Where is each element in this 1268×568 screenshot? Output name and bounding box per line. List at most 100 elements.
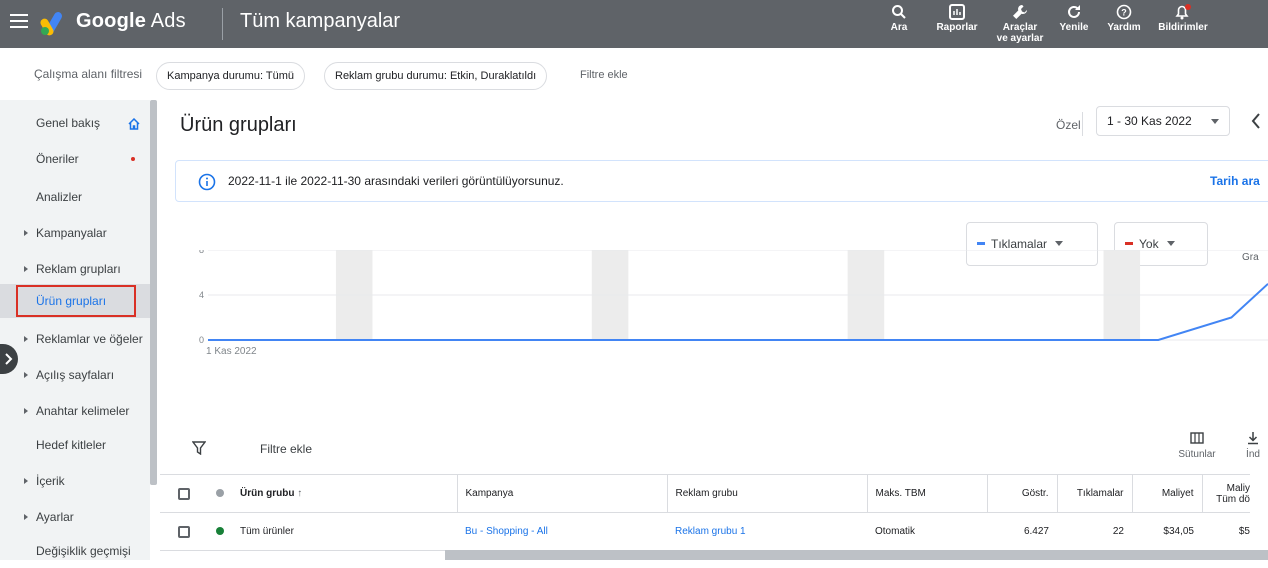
sidebar-item-overview[interactable]: Genel bakış — [0, 106, 150, 140]
cost-all-conv-cell: $5 — [1202, 513, 1250, 551]
info-icon — [198, 173, 216, 191]
sidebar-item-settings[interactable]: Ayarlar — [0, 500, 150, 534]
column-header-max-cpc[interactable]: Maks. TBM — [867, 475, 987, 513]
info-text: 2022-11-1 ile 2022-11-30 arasındaki veri… — [228, 174, 564, 188]
ad-group-status-chip[interactable]: Reklam grubu durumu: Etkin, Duraklatıldı — [324, 62, 547, 90]
ad-group-link[interactable]: Reklam grubu 1 — [667, 513, 867, 551]
chevron-left-icon[interactable] — [1250, 112, 1262, 130]
sidebar-item-recommendations[interactable]: Öneriler — [0, 142, 150, 176]
y-tick-label: 4 — [199, 290, 204, 300]
y-tick-label: 0 — [199, 335, 204, 345]
expand-caret-icon — [24, 336, 28, 342]
add-filter-link[interactable]: Filtre ekle — [580, 69, 628, 81]
info-banner: 2022-11-1 ile 2022-11-30 arasındaki veri… — [175, 160, 1268, 202]
sidebar-collapse-toggle[interactable] — [0, 344, 18, 374]
column-header-cost[interactable]: Maliyet — [1132, 475, 1202, 513]
divider — [1082, 112, 1083, 136]
expand-caret-icon — [24, 408, 28, 414]
sidebar-item-insights[interactable]: Analizler — [0, 180, 150, 214]
dropdown-arrow-icon — [1055, 241, 1063, 246]
add-filter-button[interactable]: Filtre ekle — [260, 442, 312, 456]
x-tick-label: 1 Kas 2022 — [206, 346, 257, 357]
status-header — [198, 475, 232, 513]
series-color-swatch — [977, 242, 985, 245]
cost-cell: $34,05 — [1132, 513, 1202, 551]
help-button[interactable]: ? Yardım — [1106, 4, 1142, 33]
clicks-cell: 22 — [1057, 513, 1132, 551]
search-button[interactable]: Ara — [886, 4, 912, 33]
sidebar-scrollbar[interactable] — [150, 100, 157, 485]
enabled-status-dot-icon — [216, 527, 224, 535]
header-divider — [222, 8, 223, 40]
columns-icon — [1190, 431, 1204, 445]
table-horizontal-scrollbar[interactable] — [445, 550, 1268, 560]
select-all-header[interactable] — [160, 475, 198, 513]
expand-caret-icon — [24, 230, 28, 236]
chevron-right-icon — [0, 344, 18, 374]
sidebar-item-ad-groups[interactable]: Reklam grupları — [0, 252, 150, 286]
column-header-cost-all-conv[interactable]: MaliyTüm dö — [1202, 475, 1250, 513]
column-header-product-group[interactable]: Ürün grubu ↑ — [232, 475, 457, 513]
google-ads-logo[interactable] — [40, 10, 68, 36]
menu-icon[interactable] — [10, 14, 28, 28]
campaign-link[interactable]: Bu - Shopping - All — [457, 513, 667, 551]
notifications-button[interactable]: Bildirimler — [1154, 4, 1212, 33]
sidebar-item-keywords[interactable]: Anahtar kelimeler — [0, 394, 150, 428]
workspace-filter-label: Çalışma alanı filtresi — [34, 67, 142, 81]
expand-caret-icon — [24, 478, 28, 484]
filter-icon[interactable] — [192, 441, 206, 455]
row-checkbox[interactable] — [178, 526, 190, 538]
brand-name: Google Ads — [76, 10, 186, 33]
reports-button[interactable]: Raporlar — [932, 4, 982, 33]
home-icon — [128, 118, 140, 130]
dropdown-arrow-icon — [1211, 119, 1219, 124]
columns-button[interactable]: Sütunlar — [1172, 431, 1222, 460]
impressions-cell: 6.427 — [987, 513, 1057, 551]
search-icon — [891, 4, 907, 20]
download-button[interactable]: İnd — [1238, 431, 1268, 460]
sidebar-item-ads-assets[interactable]: Reklamlar ve öğeler — [0, 322, 150, 356]
table-toolbar: Filtre ekle Sütunlar İnd — [160, 423, 1268, 473]
row-select-cell[interactable] — [160, 513, 198, 551]
sort-arrow-up-icon: ↑ — [297, 488, 302, 499]
sidebar-item-landing-pages[interactable]: Açılış sayfaları — [0, 358, 150, 392]
tools-settings-button[interactable]: Araçlarve ayarlar — [996, 4, 1044, 44]
status-dot-icon — [216, 489, 224, 497]
date-link[interactable]: Tarih ara — [1210, 174, 1260, 188]
refresh-button[interactable]: Yenile — [1056, 4, 1092, 33]
account-title[interactable]: Tüm kampanyalar — [240, 10, 400, 33]
sidebar-nav: Genel bakış Öneriler Analizler Kampanyal… — [0, 100, 150, 560]
column-header-impressions[interactable]: Göstr. — [987, 475, 1057, 513]
dropdown-arrow-icon — [1167, 241, 1175, 246]
row-status-cell — [198, 513, 232, 551]
clicks-line-chart: 8 4 01 Kas 2022 — [160, 250, 1268, 420]
notification-dot — [131, 157, 135, 161]
sidebar-item-campaigns[interactable]: Kampanyalar — [0, 216, 150, 250]
sidebar-item-change-history[interactable]: Değişiklik geçmişi — [0, 534, 150, 568]
campaign-status-chip[interactable]: Kampanya durumu: Tümü — [156, 62, 305, 90]
main-content: Ürün grupları Özel 1 - 30 Kas 2022 2022-… — [160, 100, 1268, 560]
product-group-cell[interactable]: Tüm ürünler — [232, 513, 457, 551]
column-header-clicks[interactable]: Tıklamalar — [1057, 475, 1132, 513]
sidebar-item-content[interactable]: İçerik — [0, 464, 150, 498]
column-header-ad-group[interactable]: Reklam grubu — [667, 475, 867, 513]
column-header-campaign[interactable]: Kampanya — [457, 475, 667, 513]
expand-caret-icon — [24, 266, 28, 272]
date-type-label: Özel — [1056, 118, 1081, 132]
svg-text:?: ? — [1121, 8, 1127, 18]
refresh-icon — [1066, 4, 1082, 20]
download-icon — [1246, 431, 1260, 445]
select-all-checkbox[interactable] — [178, 488, 190, 500]
sidebar-item-audiences[interactable]: Hedef kitleler — [0, 428, 150, 462]
product-groups-table: Ürün grubu ↑ Kampanya Reklam grubu Maks.… — [160, 474, 1250, 551]
series-color-swatch — [1125, 242, 1133, 245]
reports-icon — [949, 4, 965, 20]
y-tick-label: 8 — [199, 250, 204, 255]
date-range-selector[interactable]: 1 - 30 Kas 2022 — [1096, 106, 1230, 136]
bell-icon — [1173, 4, 1193, 20]
max-cpc-cell[interactable]: Otomatik — [867, 513, 987, 551]
expand-caret-icon — [24, 514, 28, 520]
help-icon: ? — [1116, 4, 1132, 20]
table-header-row: Ürün grubu ↑ Kampanya Reklam grubu Maks.… — [160, 475, 1250, 513]
table-row[interactable]: Tüm ürünler Bu - Shopping - All Reklam g… — [160, 513, 1250, 551]
